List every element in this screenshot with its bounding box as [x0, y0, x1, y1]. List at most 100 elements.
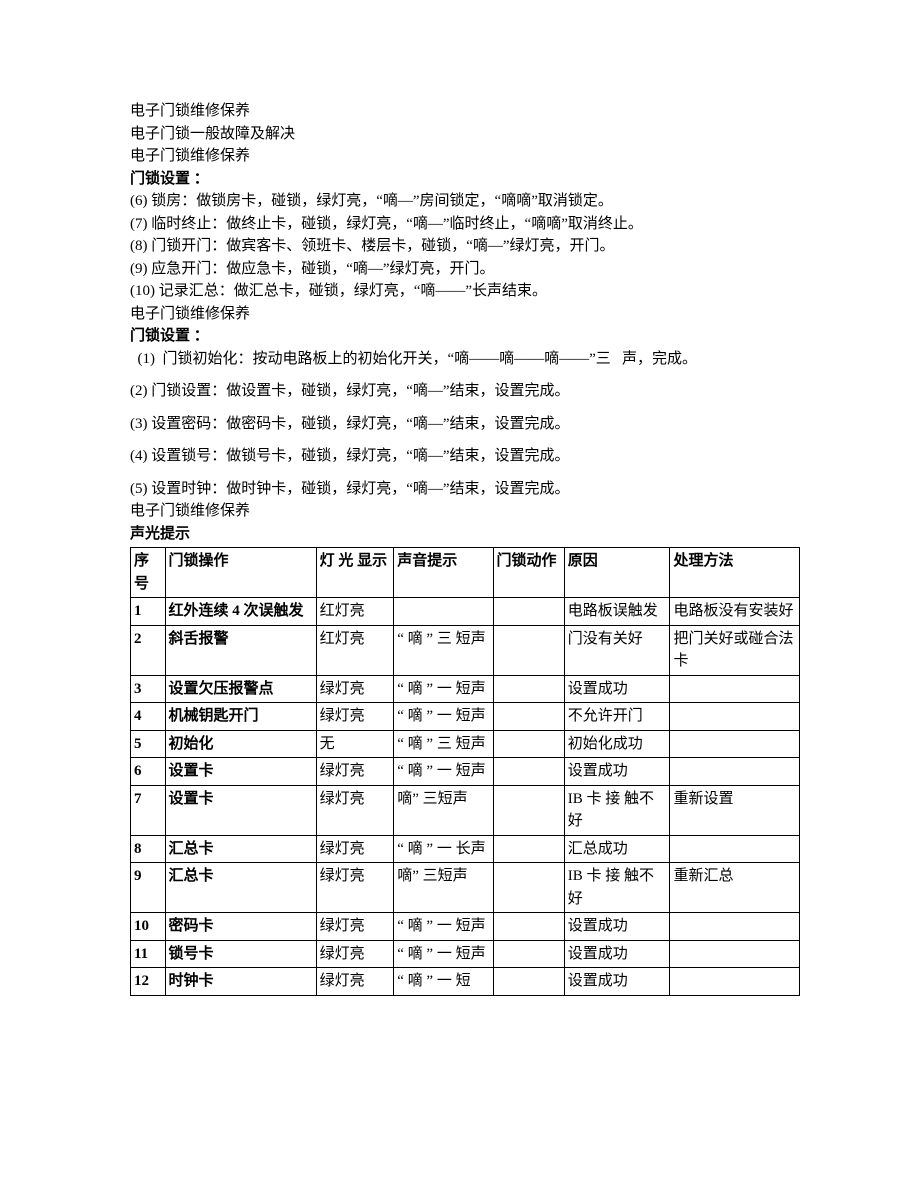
- cell-seq: 9: [131, 863, 166, 913]
- col-rsn: 原因: [564, 548, 670, 598]
- table-body: 1红外连续 4 次误触发红灯亮 电路板误触发电路板没有安装好2斜舌报警红灯亮“ 嘀…: [131, 598, 800, 996]
- col-op: 门锁操作: [165, 548, 316, 598]
- sound-light-table: 序号 门锁操作 灯 光 显示 声音提示 门锁动作 原因 处理方法 1红外连续 4…: [130, 547, 800, 996]
- cell-led: 红灯亮: [316, 625, 394, 675]
- cell-seq: 7: [131, 785, 166, 835]
- table-row: 5初始化无“ 嘀 ” 三 短声 初始化成功: [131, 730, 800, 758]
- cell-rsn: 设置成功: [564, 675, 670, 703]
- cell-fix: 电路板没有安装好: [670, 598, 800, 626]
- cell-led: 绿灯亮: [316, 940, 394, 968]
- cell-op: 汇总卡: [165, 863, 316, 913]
- cell-act: [493, 785, 564, 835]
- list-item: (2) 门锁设置：做设置卡，碰锁，绿灯亮，“嘀—”结束，设置完成。: [130, 380, 800, 403]
- cell-snd: “ 嘀 ” 一 长声: [394, 835, 493, 863]
- cell-op: 初始化: [165, 730, 316, 758]
- list-item: (10) 记录汇总：做汇总卡，碰锁，绿灯亮，“嘀——”长声结束。: [130, 280, 800, 303]
- cell-rsn: IB 卡 接 触不好: [564, 785, 670, 835]
- table-row: 12时钟卡绿灯亮“ 嘀 ” 一 短 设置成功: [131, 968, 800, 996]
- section1-heading: 门锁设置 ：: [130, 168, 800, 191]
- table-row: 6设置卡绿灯亮“ 嘀 ” 一 短声设置成功: [131, 758, 800, 786]
- cell-led: 绿灯亮: [316, 703, 394, 731]
- cell-act: [493, 913, 564, 941]
- cell-rsn: 电路板误触发: [564, 598, 670, 626]
- cell-seq: 5: [131, 730, 166, 758]
- table-header-row: 序号 门锁操作 灯 光 显示 声音提示 门锁动作 原因 处理方法: [131, 548, 800, 598]
- table-row: 2斜舌报警红灯亮“ 嘀 ” 三 短声门没有关好把门关好或碰合法卡: [131, 625, 800, 675]
- cell-act: [493, 863, 564, 913]
- cell-seq: 12: [131, 968, 166, 996]
- col-snd: 声音提示: [394, 548, 493, 598]
- cell-fix: [670, 758, 800, 786]
- list-item: (6) 锁房：做锁房卡，碰锁，绿灯亮，“嘀—”房间锁定，“嘀嘀”取消锁定。: [130, 190, 800, 213]
- cell-rsn: 汇总成功: [564, 835, 670, 863]
- cell-seq: 2: [131, 625, 166, 675]
- cell-act: [493, 835, 564, 863]
- section1-items: (6) 锁房：做锁房卡，碰锁，绿灯亮，“嘀—”房间锁定，“嘀嘀”取消锁定。 (7…: [130, 190, 800, 303]
- cell-act: [493, 940, 564, 968]
- cell-led: 绿灯亮: [316, 913, 394, 941]
- cell-rsn: 设置成功: [564, 968, 670, 996]
- cell-led: 绿灯亮: [316, 835, 394, 863]
- cell-snd: “ 嘀 ” 一 短: [394, 968, 493, 996]
- cell-op: 锁号卡: [165, 940, 316, 968]
- cell-op: 汇总卡: [165, 835, 316, 863]
- cell-rsn: 设置成功: [564, 913, 670, 941]
- list-item: (3) 设置密码：做密码卡，碰锁，绿灯亮，“嘀—”结束，设置完成。: [130, 413, 800, 436]
- cell-rsn: IB 卡 接 触不好: [564, 863, 670, 913]
- section2-items: (1) 门锁初始化：按动电路板上的初始化开关，“嘀——嘀——嘀——”三 声，完成…: [130, 348, 800, 501]
- cell-seq: 11: [131, 940, 166, 968]
- table-row: 8汇总卡绿灯亮“ 嘀 ” 一 长声 汇总成功: [131, 835, 800, 863]
- cell-snd: “ 嘀 ” 一 短声: [394, 675, 493, 703]
- cell-snd: 嘀” 三短声: [394, 863, 493, 913]
- cell-fix: [670, 835, 800, 863]
- cell-fix: [670, 675, 800, 703]
- cell-fix: [670, 968, 800, 996]
- cell-act: [493, 625, 564, 675]
- title-line-1: 电子门锁维修保养: [130, 100, 800, 123]
- cell-snd: “ 嘀 ” 三 短声: [394, 730, 493, 758]
- cell-op: 机械钥匙开门: [165, 703, 316, 731]
- cell-rsn: 设置成功: [564, 758, 670, 786]
- cell-led: 无: [316, 730, 394, 758]
- cell-fix: [670, 730, 800, 758]
- title-line-2: 电子门锁一般故障及解决: [130, 123, 800, 146]
- cell-act: [493, 703, 564, 731]
- col-led: 灯 光 显示: [316, 548, 394, 598]
- cell-fix: 重新汇总: [670, 863, 800, 913]
- cell-fix: [670, 703, 800, 731]
- cell-rsn: 设置成功: [564, 940, 670, 968]
- list-item: (7) 临时终止：做终止卡，碰锁，绿灯亮，“嘀—”临时终止，“嘀嘀”取消终止。: [130, 213, 800, 236]
- table-row: 11锁号卡绿灯亮“ 嘀 ” 一 短声 设置成功: [131, 940, 800, 968]
- col-act: 门锁动作: [493, 548, 564, 598]
- cell-act: [493, 758, 564, 786]
- cell-seq: 1: [131, 598, 166, 626]
- cell-act: [493, 968, 564, 996]
- title-line-3: 电子门锁维修保养: [130, 145, 800, 168]
- cell-fix: 把门关好或碰合法卡: [670, 625, 800, 675]
- cell-op: 时钟卡: [165, 968, 316, 996]
- cell-snd: “ 嘀 ” 一 短声: [394, 758, 493, 786]
- cell-seq: 8: [131, 835, 166, 863]
- cell-op: 设置卡: [165, 785, 316, 835]
- cell-led: 绿灯亮: [316, 675, 394, 703]
- section2-heading: 门锁设置 ：: [130, 325, 800, 348]
- cell-seq: 6: [131, 758, 166, 786]
- cell-op: 设置卡: [165, 758, 316, 786]
- cell-led: 绿灯亮: [316, 863, 394, 913]
- cell-snd: “ 嘀 ” 一 短声: [394, 940, 493, 968]
- cell-op: 设置欠压报警点: [165, 675, 316, 703]
- cell-fix: [670, 940, 800, 968]
- col-fix: 处理方法: [670, 548, 800, 598]
- cell-led: 绿灯亮: [316, 968, 394, 996]
- title-line-4: 电子门锁维修保养: [130, 303, 800, 326]
- cell-act: [493, 730, 564, 758]
- cell-op: 红外连续 4 次误触发: [165, 598, 316, 626]
- cell-act: [493, 675, 564, 703]
- cell-act: [493, 598, 564, 626]
- cell-op: 斜舌报警: [165, 625, 316, 675]
- cell-rsn: 门没有关好: [564, 625, 670, 675]
- list-item: (9) 应急开门：做应急卡，碰锁，“嘀—”绿灯亮，开门。: [130, 258, 800, 281]
- list-item: (1) 门锁初始化：按动电路板上的初始化开关，“嘀——嘀——嘀——”三 声，完成…: [130, 348, 800, 371]
- cell-led: 绿灯亮: [316, 785, 394, 835]
- cell-rsn: 初始化成功: [564, 730, 670, 758]
